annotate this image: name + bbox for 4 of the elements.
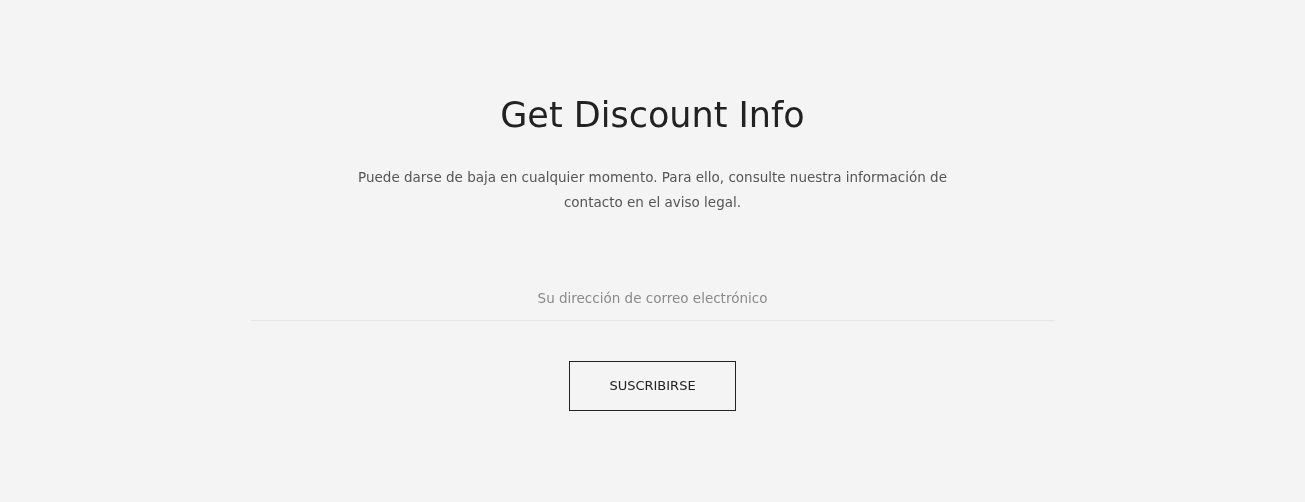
description-text: Puede darse de baja en cualquier momento. Para ello, consulte nuestra información de contacto en el aviso legal. xyxy=(357,168,948,212)
email-input-field[interactable]: Su dirección de correo electrónico xyxy=(250,275,1055,321)
subscribe-button[interactable]: SUSCRIBIRSE xyxy=(569,361,736,411)
section-title: Get Discount Info xyxy=(500,94,805,137)
